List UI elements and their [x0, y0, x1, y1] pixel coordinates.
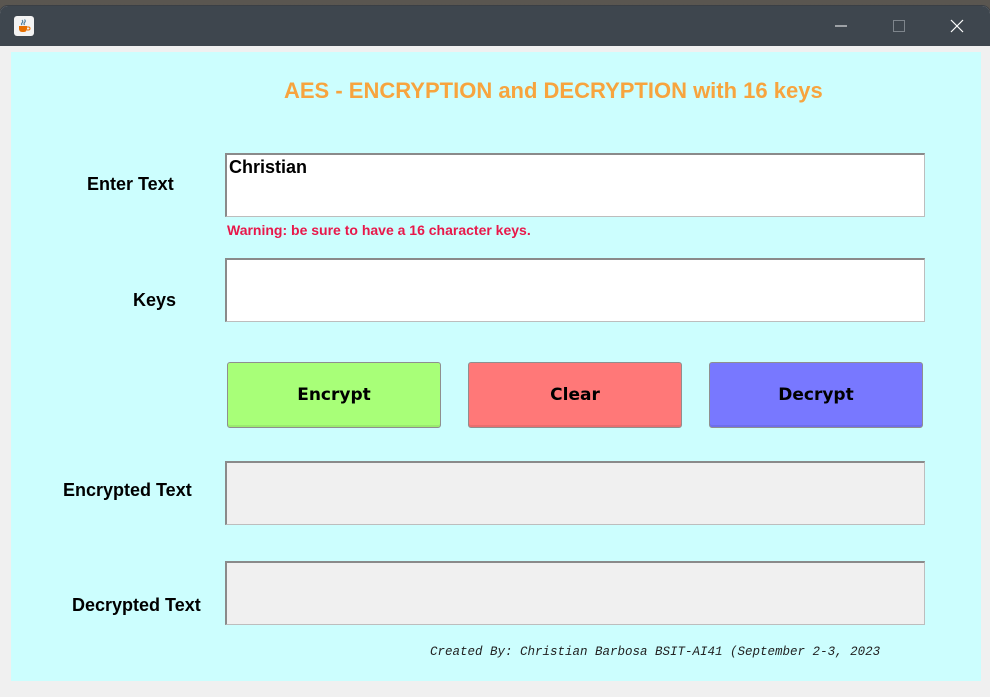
encrypted-text-output[interactable]	[225, 461, 925, 525]
encrypt-button[interactable]: Encrypt	[227, 362, 441, 428]
minimize-icon	[835, 25, 847, 27]
maximize-icon	[893, 20, 905, 32]
app-window: AES - ENCRYPTION and DECRYPTION with 16 …	[0, 6, 990, 697]
title-bar[interactable]	[0, 6, 990, 46]
java-cup-icon	[14, 16, 34, 36]
decrypted-text-output[interactable]	[225, 561, 925, 625]
close-icon	[950, 19, 964, 33]
enter-text-label: Enter Text	[87, 174, 174, 194]
enter-text-input[interactable]: Christian	[225, 153, 925, 217]
credit-footer: Created By: Christian Barbosa BSIT-AI41 …	[430, 645, 881, 659]
keys-label: Keys	[133, 290, 177, 310]
keys-input[interactable]	[225, 258, 925, 322]
warning-message: Warning: be sure to have a 16 character …	[227, 222, 531, 238]
close-button[interactable]	[928, 6, 986, 46]
decrypted-text-label: Decrypted Text	[72, 595, 201, 615]
minimize-button[interactable]	[812, 6, 870, 46]
encrypted-text-label: Encrypted Text	[63, 480, 192, 500]
content-panel: AES - ENCRYPTION and DECRYPTION with 16 …	[11, 52, 981, 681]
clear-button[interactable]: Clear	[468, 362, 682, 428]
maximize-button[interactable]	[870, 6, 928, 46]
page-title: AES - ENCRYPTION and DECRYPTION with 16 …	[284, 78, 823, 103]
decrypt-button[interactable]: Decrypt	[709, 362, 923, 428]
